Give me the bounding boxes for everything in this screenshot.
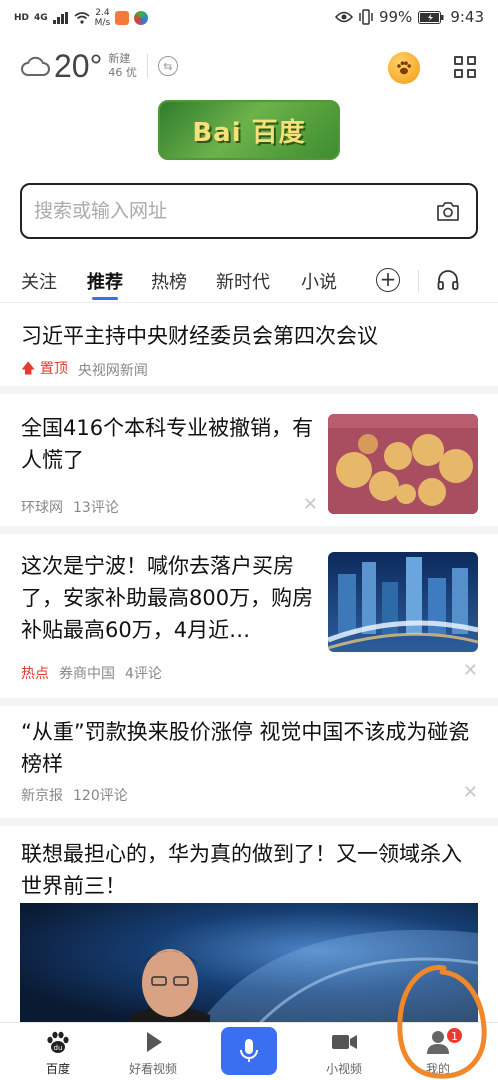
- comment-count: 4评论: [125, 666, 162, 682]
- coin-reward-icon[interactable]: [388, 52, 420, 84]
- feed-source: 券商中国: [59, 666, 115, 682]
- search-box[interactable]: [20, 183, 478, 239]
- active-tab-indicator: [92, 297, 118, 300]
- cloud-icon: [21, 56, 50, 76]
- feed-item-title[interactable]: 习近平主持中央财经委员会第四次会议: [21, 320, 479, 352]
- browser-app-icon: [134, 11, 149, 25]
- feed-divider: [0, 526, 498, 534]
- tab-separator: [418, 270, 419, 292]
- baidu-paw-icon: du: [47, 1031, 69, 1053]
- tab-follow[interactable]: 关注: [21, 268, 57, 294]
- nav-baidu[interactable]: du 百度: [18, 1029, 98, 1077]
- feed-item-meta: 热点 券商中国 4评论: [21, 663, 162, 683]
- tab-novel[interactable]: 小说: [301, 268, 337, 294]
- battery-percent: 99%: [378, 8, 413, 26]
- category-tabs: 关注 推荐 热榜 新时代 小说 +: [0, 264, 498, 300]
- hot-badge: 热点: [21, 666, 49, 682]
- feed-item-title[interactable]: 这次是宁波！喊你去落户买房了，安家补助最高800万，购房补贴最高60万，4月近…: [21, 550, 321, 646]
- play-icon: [147, 1032, 162, 1052]
- speed-value: 2.4: [95, 8, 110, 18]
- camera-icon[interactable]: [436, 200, 460, 222]
- majors-infographic-image: [328, 414, 478, 514]
- eye-icon: [334, 11, 353, 23]
- swap-icon[interactable]: ⇆: [157, 56, 178, 76]
- clock: 9:43: [450, 8, 484, 26]
- nav-label: 好看视频: [128, 1062, 177, 1076]
- feed-item-title[interactable]: 联想最担心的，华为真的做到了！又一领域杀入世界前三！: [21, 838, 479, 902]
- speed-indicator: 2.4 M/s: [95, 8, 111, 28]
- signal-bars-icon: [52, 12, 68, 24]
- tabs-divider: [0, 302, 498, 303]
- battery-icon: [418, 10, 444, 24]
- svg-text:du: du: [54, 1044, 63, 1052]
- microphone-icon: [240, 1039, 258, 1062]
- weather-widget[interactable]: 20° 新建 46 优 ⇆: [20, 46, 178, 86]
- nav-label: 小视频: [325, 1062, 362, 1076]
- tab-recommend[interactable]: 推荐: [87, 268, 123, 294]
- feed-item-title[interactable]: 全国416个本科专业被撤销，有人慌了: [21, 412, 321, 476]
- comment-count: 13评论: [73, 500, 119, 516]
- annotation-circle: [397, 965, 487, 1079]
- headphones-icon[interactable]: [436, 268, 460, 292]
- feed-source: 新京报: [21, 788, 63, 804]
- dismiss-icon[interactable]: ✕: [303, 494, 318, 515]
- nav-label: 百度: [45, 1062, 70, 1076]
- add-channel-icon[interactable]: +: [376, 268, 400, 292]
- feed-item-meta: 🡅 置顶 央视网新闻: [21, 358, 148, 382]
- network-label: HD: [14, 12, 30, 23]
- status-right: 99% 9:43: [334, 8, 484, 26]
- feed-divider: [0, 698, 498, 706]
- search-input[interactable]: [34, 197, 414, 225]
- weather-divider: [146, 54, 148, 78]
- feed-item-meta: 环球网 13评论: [21, 497, 119, 517]
- temperature: 20°: [54, 47, 103, 84]
- feed-item-title[interactable]: “从重”罚款换来股价涨停 视觉中国不该成为碰瓷榜样: [21, 716, 479, 780]
- nav-short-video[interactable]: 小视频: [304, 1029, 384, 1077]
- logo-text: Bai 百度: [192, 117, 306, 148]
- news-thumbnail[interactable]: [328, 414, 478, 514]
- air-quality: 46 优: [108, 66, 137, 79]
- video-app-icon: [115, 11, 130, 25]
- baidu-doodle-logo[interactable]: Bai 百度: [158, 100, 340, 160]
- status-left: HD 4G 2.4 M/s: [14, 8, 149, 28]
- grid-menu-icon[interactable]: [454, 56, 476, 78]
- video-camera-icon: [332, 1035, 357, 1049]
- status-bar: HD 4G 2.4 M/s 99% 9:43: [0, 0, 498, 38]
- comment-count: 120评论: [73, 788, 128, 804]
- voice-search-button[interactable]: [221, 1027, 277, 1075]
- vibrate-icon: [359, 9, 373, 25]
- weather-meta: 新建 46 优: [108, 52, 137, 80]
- pinned-badge: 🡅 置顶: [21, 361, 68, 377]
- signal-label: 4G: [34, 12, 48, 23]
- feed-divider: [0, 818, 498, 826]
- news-thumbnail[interactable]: [328, 552, 478, 652]
- feed-divider: [0, 386, 498, 394]
- feed-item-meta: 新京报 120评论: [21, 785, 128, 805]
- dismiss-icon[interactable]: ✕: [463, 660, 478, 681]
- feed-source: 环球网: [21, 500, 63, 516]
- tab-new-era[interactable]: 新时代: [216, 268, 270, 294]
- feed-source: 央视网新闻: [77, 363, 148, 379]
- dismiss-icon[interactable]: ✕: [463, 782, 478, 803]
- nav-haokan-video[interactable]: 好看视频: [113, 1029, 193, 1077]
- speed-unit: M/s: [94, 18, 111, 28]
- tab-hot-list[interactable]: 热榜: [151, 268, 187, 294]
- pinned-label: 置顶: [39, 361, 68, 377]
- paw-icon: [397, 61, 411, 75]
- city-skyline-image: [328, 552, 478, 652]
- weather-location: 新建: [108, 52, 131, 65]
- wifi-icon: [74, 12, 90, 24]
